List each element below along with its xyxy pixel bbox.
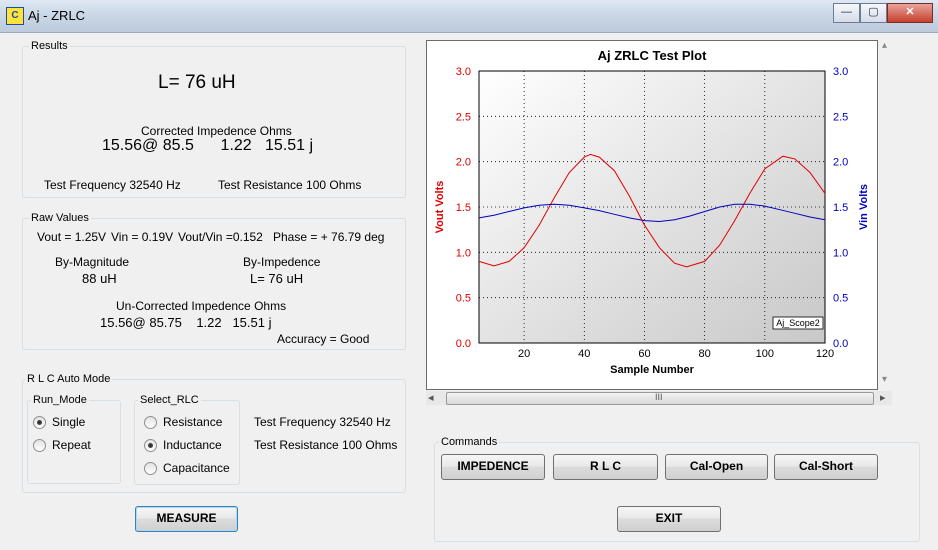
cal-open-button[interactable]: Cal-Open bbox=[665, 454, 768, 480]
run-mode-repeat-label[interactable]: Repeat bbox=[52, 438, 91, 452]
y-axis-label: Vout Volts bbox=[434, 181, 446, 234]
test-plot-panel: 20 40 60 80 100 120 0.0 0.0 0.5 0.5 1.0 1.0 1.5 1.5 2.… bbox=[426, 40, 878, 390]
run-mode-single-label[interactable]: Single bbox=[52, 415, 85, 429]
x-tick-label: 20 bbox=[518, 348, 530, 360]
scroll-down-arrow[interactable]: ▾ bbox=[882, 374, 887, 385]
scroll-thumb-grip: III bbox=[655, 392, 663, 402]
results-test-frequency: Test Frequency 32540 Hz bbox=[44, 178, 181, 192]
window-title: Aj - ZRLC bbox=[28, 8, 86, 23]
by-impedence-label: By-Impedence bbox=[243, 255, 321, 269]
y2-tick-label: 2.0 bbox=[833, 157, 848, 169]
inductance-result: L= 76 uH bbox=[158, 72, 236, 93]
measure-button[interactable]: MEASURE bbox=[135, 506, 238, 532]
horizontal-scrollbar[interactable]: ◂ III ▸ bbox=[426, 391, 892, 405]
run-mode-repeat-radio[interactable] bbox=[33, 439, 46, 452]
select-capacitance-label[interactable]: Capacitance bbox=[163, 461, 230, 475]
title-bar: C Aj - ZRLC — ▢ ✕ bbox=[0, 0, 938, 33]
select-rlc-label: Select_RLC bbox=[138, 393, 201, 407]
by-magnitude-label: By-Magnitude bbox=[55, 255, 130, 269]
y-tick-label: 2.5 bbox=[456, 111, 471, 123]
y2-tick-label: 2.5 bbox=[833, 111, 848, 123]
select-resistance-label[interactable]: Resistance bbox=[163, 415, 222, 429]
exit-button[interactable]: EXIT bbox=[617, 506, 721, 532]
y-tick-label: 1.5 bbox=[456, 202, 471, 214]
by-magnitude-value: 88 uH bbox=[82, 271, 117, 286]
accuracy-status: Accuracy = Good bbox=[277, 332, 370, 346]
x-tick-label: 80 bbox=[699, 348, 711, 360]
run-mode-single-radio[interactable] bbox=[33, 416, 46, 429]
select-inductance-label[interactable]: Inductance bbox=[163, 438, 222, 452]
vin-value: Vin = 0.19V bbox=[111, 230, 174, 244]
scroll-right-arrow[interactable]: ▸ bbox=[880, 391, 886, 404]
commands-label: Commands bbox=[439, 435, 500, 449]
y-tick-label: 1.0 bbox=[456, 247, 471, 259]
app-icon: C bbox=[6, 7, 24, 25]
x-tick-label: 120 bbox=[816, 348, 834, 360]
run-mode-label: Run_Mode bbox=[31, 393, 89, 407]
scroll-up-arrow[interactable]: ▴ bbox=[882, 40, 887, 51]
x-tick-label: 60 bbox=[638, 348, 650, 360]
auto-test-frequency: Test Frequency 32540 Hz bbox=[254, 415, 391, 429]
minimize-button[interactable]: — bbox=[833, 3, 860, 23]
y2-tick-label: 0.5 bbox=[833, 293, 848, 305]
y2-tick-label: 3.0 bbox=[833, 66, 848, 78]
select-capacitance-radio[interactable] bbox=[144, 462, 157, 475]
annotation-label: Aj_Scope2 bbox=[776, 318, 820, 328]
select-inductance-radio[interactable] bbox=[144, 439, 157, 452]
y-tick-label: 0.5 bbox=[456, 293, 471, 305]
y-tick-label: 3.0 bbox=[456, 66, 471, 78]
results-label: Results bbox=[29, 39, 70, 53]
ratio-value: Vout/Vin =0.152 bbox=[178, 230, 263, 244]
select-resistance-radio[interactable] bbox=[144, 416, 157, 429]
impedence-button[interactable]: IMPEDENCE bbox=[441, 454, 545, 480]
scroll-left-arrow[interactable]: ◂ bbox=[428, 391, 434, 404]
corrected-impedence-values: 15.56@ 85.5 1.22 15.51 j bbox=[102, 137, 314, 154]
uncorrected-impedence-header: Un-Corrected Impedence Ohms bbox=[116, 299, 287, 313]
rlc-button[interactable]: R L C bbox=[553, 454, 658, 480]
raw-values-label: Raw Values bbox=[29, 211, 91, 225]
results-group: Results bbox=[22, 39, 406, 198]
rlc-auto-mode-label: R L C Auto Mode bbox=[25, 372, 113, 386]
vertical-scrollbar[interactable]: ▴ ▾ bbox=[879, 40, 893, 388]
test-plot-chart: 20 40 60 80 100 1200.0 0.00.5 0.51.0 1.01.5 1.52.… bbox=[434, 48, 870, 376]
chart-title: Aj ZRLC Test Plot bbox=[598, 48, 707, 63]
vout-value: Vout = 1.25V bbox=[37, 230, 107, 244]
y-tick-label: 2.0 bbox=[456, 157, 471, 169]
corrected-impedence-header: Corrected Impedence Ohms bbox=[141, 124, 292, 138]
phase-value: Phase = + 76.79 deg bbox=[273, 230, 385, 244]
x-tick-label: 40 bbox=[578, 348, 590, 360]
y2-axis-label: Vin Volts bbox=[858, 184, 870, 230]
x-tick-label: 100 bbox=[756, 348, 774, 360]
results-test-resistance: Test Resistance 100 Ohms bbox=[218, 178, 362, 192]
close-button[interactable]: ✕ bbox=[887, 3, 933, 23]
maximize-button[interactable]: ▢ bbox=[860, 3, 887, 23]
auto-test-resistance: Test Resistance 100 Ohms bbox=[254, 438, 398, 452]
y-tick-label: 0.0 bbox=[456, 338, 471, 350]
y2-tick-label: 1.0 bbox=[833, 247, 848, 259]
x-axis-label: Sample Number bbox=[610, 364, 694, 376]
y2-tick-label: 0.0 bbox=[833, 338, 848, 350]
y2-tick-label: 1.5 bbox=[833, 202, 848, 214]
by-impedence-value: L= 76 uH bbox=[250, 271, 304, 286]
cal-short-button[interactable]: Cal-Short bbox=[774, 454, 878, 480]
scroll-thumb[interactable]: III bbox=[446, 392, 874, 405]
uncorrected-impedence-values: 15.56@ 85.75 1.22 15.51 j bbox=[100, 315, 272, 330]
